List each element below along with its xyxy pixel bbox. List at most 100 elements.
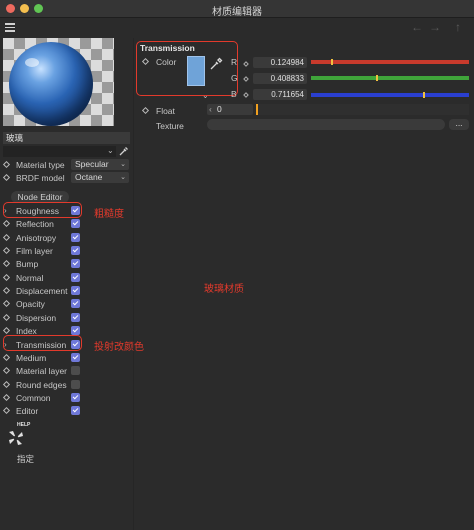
keyframe-diamond-icon[interactable]	[243, 76, 249, 82]
brdf-model-row: BRDF model Octane ⌄	[0, 172, 132, 184]
b-channel-label: B	[231, 89, 237, 99]
channel-checkbox[interactable]	[71, 406, 80, 416]
channel-row[interactable]: Common	[0, 392, 132, 404]
title-bar: 材质编辑器	[0, 0, 474, 18]
keyframe-diamond-icon[interactable]	[2, 160, 11, 169]
channel-checkbox[interactable]	[71, 246, 80, 256]
channel-label: Displacement	[16, 286, 68, 297]
channel-row[interactable]: Dispersion	[0, 312, 132, 324]
keyframe-diamond-icon[interactable]	[2, 287, 11, 295]
channel-checkbox[interactable]	[71, 259, 80, 269]
keyframe-diamond-icon[interactable]	[2, 300, 11, 308]
help-logo-icon[interactable]	[4, 426, 28, 450]
brdf-model-label: BRDF model	[16, 173, 65, 183]
brdf-model-select[interactable]: Octane ⌄	[71, 172, 129, 183]
channel-label: Opacity	[16, 299, 45, 310]
channel-checkbox[interactable]	[71, 392, 80, 402]
forward-arrow-icon[interactable]: →	[429, 20, 441, 34]
channel-row[interactable]: Anisotropy	[0, 232, 132, 244]
slider-handle[interactable]	[375, 75, 378, 81]
panel-divider	[133, 38, 134, 530]
r-slider[interactable]	[311, 59, 469, 65]
b-slider[interactable]	[311, 92, 469, 98]
color-swatch[interactable]	[187, 56, 205, 86]
channel-row[interactable]: Bump	[0, 258, 132, 270]
chevron-down-icon[interactable]: ⌄	[107, 146, 114, 155]
chevron-down-icon[interactable]: ⌄	[202, 91, 209, 100]
r-value-field[interactable]: 0.124984	[253, 57, 307, 68]
keyframe-diamond-icon[interactable]	[2, 173, 11, 182]
channel-label: Material layer	[16, 366, 68, 377]
eyedropper-icon[interactable]	[209, 57, 223, 71]
channel-label: Round edges	[16, 379, 67, 390]
channel-row[interactable]: Displacement	[0, 285, 132, 297]
material-preview	[3, 38, 114, 126]
g-value-field[interactable]: 0.408833	[253, 73, 307, 84]
float-value-field[interactable]: ‹ 0	[207, 104, 253, 115]
material-type-label: Material type	[16, 160, 65, 170]
channel-label: Dispersion	[16, 312, 57, 323]
channel-label: Common	[16, 392, 51, 403]
window-title: 材质编辑器	[212, 7, 262, 18]
float-slider-handle[interactable]	[256, 104, 258, 115]
channel-row[interactable]: Opacity	[0, 298, 132, 310]
channel-row[interactable]: Medium	[0, 352, 132, 364]
decrement-arrow-icon[interactable]: ‹	[209, 104, 212, 115]
channel-row[interactable]: Material layer	[0, 365, 132, 377]
keyframe-diamond-icon[interactable]	[243, 61, 249, 67]
float-slider[interactable]	[256, 104, 469, 115]
channel-label: Anisotropy	[16, 232, 57, 243]
channel-checkbox[interactable]	[71, 232, 80, 242]
keyframe-diamond-icon[interactable]	[2, 220, 11, 228]
channel-checkbox[interactable]	[71, 312, 80, 322]
eyedropper-icon[interactable]	[118, 145, 130, 157]
texture-field[interactable]	[207, 119, 445, 130]
channel-checkbox[interactable]	[71, 272, 80, 282]
keyframe-diamond-icon[interactable]	[243, 92, 249, 98]
keyframe-diamond-icon[interactable]	[2, 313, 11, 321]
channel-checkbox[interactable]	[71, 379, 80, 389]
keyframe-diamond-icon[interactable]	[2, 380, 11, 388]
chevron-down-icon: ⌄	[120, 161, 126, 168]
channel-checkbox[interactable]	[71, 352, 80, 362]
channel-checkbox[interactable]	[71, 326, 80, 336]
channel-label: Editor	[16, 406, 39, 417]
material-type-select[interactable]: Specular ⌄	[71, 159, 129, 170]
keyframe-diamond-icon[interactable]	[2, 260, 11, 268]
keyframe-diamond-icon[interactable]	[2, 367, 11, 375]
roughness-highlight-box	[3, 202, 82, 218]
keyframe-diamond-icon[interactable]	[2, 393, 11, 401]
hamburger-menu-icon[interactable]	[5, 23, 15, 32]
b-value-field[interactable]: 0.711654	[253, 89, 307, 100]
keyframe-diamond-icon[interactable]	[2, 407, 11, 415]
channel-row[interactable]: Reflection	[0, 218, 132, 230]
channel-checkbox[interactable]	[71, 219, 80, 229]
channel-row[interactable]: Film layer	[0, 245, 132, 257]
up-arrow-icon[interactable]: ↑	[455, 20, 461, 34]
keyframe-diamond-icon[interactable]	[2, 247, 11, 255]
keyframe-diamond-icon[interactable]	[141, 106, 150, 115]
channel-checkbox[interactable]	[71, 366, 80, 376]
material-path-field[interactable]	[3, 146, 116, 157]
channel-label: Normal	[16, 272, 44, 283]
assign-label: 指定	[17, 454, 35, 464]
float-label: Float	[156, 106, 175, 116]
preview-sphere	[9, 42, 93, 126]
slider-handle[interactable]	[423, 92, 426, 98]
channel-checkbox[interactable]	[71, 286, 80, 296]
roughness-annotation: 粗糙度	[94, 209, 124, 220]
slider-handle[interactable]	[330, 59, 333, 65]
material-name-field[interactable]: 玻璃	[3, 132, 130, 144]
channel-row[interactable]: Editor	[0, 405, 132, 417]
g-slider[interactable]	[311, 75, 469, 81]
channel-row[interactable]: Round edges	[0, 379, 132, 391]
back-arrow-icon[interactable]: ←	[411, 20, 423, 34]
keyframe-diamond-icon[interactable]	[2, 233, 11, 241]
channel-checkbox[interactable]	[71, 299, 80, 309]
channel-row[interactable]: Normal	[0, 272, 132, 284]
keyframe-diamond-icon[interactable]	[2, 327, 11, 335]
keyframe-diamond-icon[interactable]	[2, 353, 11, 361]
texture-browse-button[interactable]: ...	[449, 119, 469, 130]
r-channel-label: R	[231, 57, 238, 67]
keyframe-diamond-icon[interactable]	[2, 273, 11, 281]
